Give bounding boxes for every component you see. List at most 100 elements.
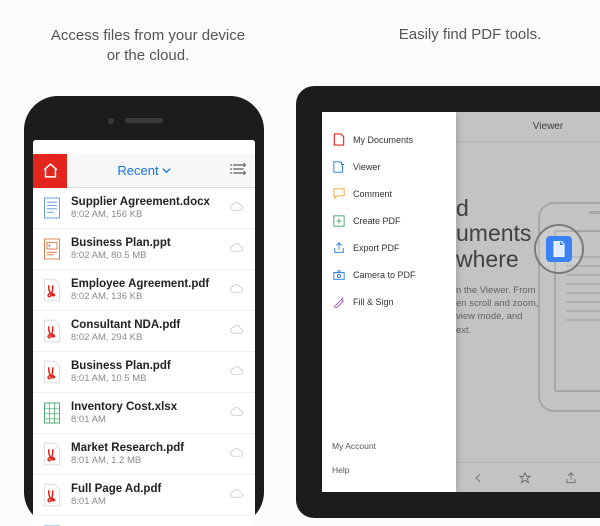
magnifier	[534, 224, 584, 274]
file-info: Inventory Cost.xlsx8:01 AM	[71, 401, 221, 425]
drawer-item[interactable]: Viewer	[322, 153, 456, 180]
drawer-bottom-label: My Account	[332, 441, 376, 451]
file-name: Market Research.pdf	[71, 442, 221, 454]
file-type-icon	[41, 400, 63, 426]
caption-right: Easily find PDF tools.	[370, 26, 570, 43]
file-meta: 8:01 AM	[71, 414, 221, 425]
caption-left: Access files from your device or the clo…	[18, 26, 278, 67]
file-info: Supplier Agreement.docx8:02 AM, 156 KB	[71, 196, 221, 220]
file-type-icon	[41, 195, 63, 221]
file-meta: 8:01 AM	[71, 496, 221, 507]
drawer-item-label: Create PDF	[353, 216, 401, 226]
view-toggle-button[interactable]	[221, 162, 255, 180]
file-type-icon	[41, 277, 63, 303]
cloud-icon	[229, 486, 245, 504]
tablet-screen: My Documents Viewer Comment Create PDF Expor…	[322, 112, 600, 492]
drawer-item-label: My Documents	[353, 135, 413, 145]
file-row[interactable]: Business Plan.pdf8:01 AM, 10.5 MB	[33, 352, 255, 393]
file-meta: 8:01 AM, 1.2 MB	[71, 455, 221, 466]
cloud-icon	[229, 281, 245, 299]
tab-selector[interactable]: Recent	[67, 163, 221, 178]
drawer-item[interactable]: Fill & Sign	[322, 288, 456, 315]
drawer-item[interactable]: Camera to PDF	[322, 261, 456, 288]
file-type-icon	[41, 441, 63, 467]
file-info: Business Plan.ppt8:02 AM, 80.5 MB	[71, 237, 221, 261]
phone-speaker	[125, 118, 163, 123]
home-button[interactable]	[33, 154, 67, 188]
file-list[interactable]: Supplier Agreement.docx8:02 AM, 156 KB Bu…	[33, 188, 255, 526]
drawer-bottom-item[interactable]: My Account	[322, 434, 456, 458]
drawer-item[interactable]: My Documents	[322, 126, 456, 153]
share-icon[interactable]	[564, 471, 578, 485]
file-name: Full Page Ad.pdf	[71, 483, 221, 495]
tablet-frame: My Documents Viewer Comment Create PDF Expor…	[296, 86, 600, 518]
file-name: Business Plan.ppt	[71, 237, 221, 249]
cloud-icon	[229, 445, 245, 463]
drawer-item-label: Comment	[353, 189, 392, 199]
chevron-down-icon	[162, 166, 171, 175]
back-icon[interactable]	[472, 471, 486, 485]
home-icon	[42, 162, 59, 179]
file-row[interactable]: Magazine Article.jpg	[33, 516, 255, 526]
file-row[interactable]: Business Plan.ppt8:02 AM, 80.5 MB	[33, 229, 255, 270]
file-row[interactable]: Market Research.pdf8:01 AM, 1.2 MB	[33, 434, 255, 475]
file-type-icon	[41, 318, 63, 344]
drawer-item[interactable]: Create PDF	[322, 207, 456, 234]
star-icon[interactable]	[518, 471, 532, 485]
drawer-item[interactable]: Export PDF	[322, 234, 456, 261]
file-name: Inventory Cost.xlsx	[71, 401, 221, 413]
file-type-icon	[41, 236, 63, 262]
file-meta: 8:02 AM, 80.5 MB	[71, 250, 221, 261]
camera-icon	[332, 268, 345, 281]
file-info: Employee Agreement.pdf8:02 AM, 136 KB	[71, 278, 221, 302]
viewer-icon	[332, 160, 345, 173]
document-chip-icon	[546, 236, 572, 262]
cloud-icon	[229, 363, 245, 381]
file-type-icon	[41, 482, 63, 508]
cloud-icon	[229, 240, 245, 258]
caption-left-line1: Access files from your device	[51, 27, 245, 44]
drawer-bottom: My Account Help	[322, 434, 456, 492]
file-row[interactable]: Consultant NDA.pdf8:02 AM, 294 KB	[33, 311, 255, 352]
drawer-item-label: Fill & Sign	[353, 297, 394, 307]
file-meta: 8:02 AM, 294 KB	[71, 332, 221, 343]
top-bar: Recent	[33, 154, 255, 188]
comment-icon	[332, 187, 345, 200]
stage-header: Viewer Undo	[456, 112, 600, 142]
phone-screen: Recent Supplier Agreement.docx8:02 AM, 1…	[33, 140, 255, 526]
nav-drawer: My Documents Viewer Comment Create PDF Expor…	[322, 112, 456, 492]
drawer-item-label: Viewer	[353, 162, 380, 172]
file-name: Business Plan.pdf	[71, 360, 221, 372]
drawer-bottom-item[interactable]: Help	[322, 458, 456, 482]
drawer-bottom-label: Help	[332, 465, 349, 475]
cloud-icon	[229, 199, 245, 217]
status-bar	[33, 140, 255, 154]
file-row[interactable]: Employee Agreement.pdf8:02 AM, 136 KB	[33, 270, 255, 311]
file-meta: 8:02 AM, 156 KB	[71, 209, 221, 220]
phone-frame: Recent Supplier Agreement.docx8:02 AM, 1…	[24, 96, 264, 526]
file-meta: 8:02 AM, 136 KB	[71, 291, 221, 302]
stage-title: Viewer	[533, 121, 563, 132]
content-stage: Viewer Undo d uments where n the Viewer.…	[456, 112, 600, 492]
drawer-item[interactable]: Comment	[322, 180, 456, 207]
file-name: Employee Agreement.pdf	[71, 278, 221, 290]
list-icon	[230, 163, 246, 175]
doc-icon	[332, 133, 345, 146]
file-name: Supplier Agreement.docx	[71, 196, 221, 208]
file-row[interactable]: Supplier Agreement.docx8:02 AM, 156 KB	[33, 188, 255, 229]
cloud-icon	[229, 404, 245, 422]
drawer-item-label: Export PDF	[353, 243, 400, 253]
file-row[interactable]: Inventory Cost.xlsx8:01 AM	[33, 393, 255, 434]
drawer-item-label: Camera to PDF	[353, 270, 416, 280]
file-meta: 8:01 AM, 10.5 MB	[71, 373, 221, 384]
file-type-icon	[41, 359, 63, 385]
file-name: Consultant NDA.pdf	[71, 319, 221, 331]
file-info: Full Page Ad.pdf8:01 AM	[71, 483, 221, 507]
stage-footer	[456, 462, 600, 492]
file-info: Business Plan.pdf8:01 AM, 10.5 MB	[71, 360, 221, 384]
file-info: Consultant NDA.pdf8:02 AM, 294 KB	[71, 319, 221, 343]
create-icon	[332, 214, 345, 227]
drawer-top: My Documents Viewer Comment Create PDF Expor…	[322, 112, 456, 434]
file-info: Market Research.pdf8:01 AM, 1.2 MB	[71, 442, 221, 466]
export-icon	[332, 241, 345, 254]
